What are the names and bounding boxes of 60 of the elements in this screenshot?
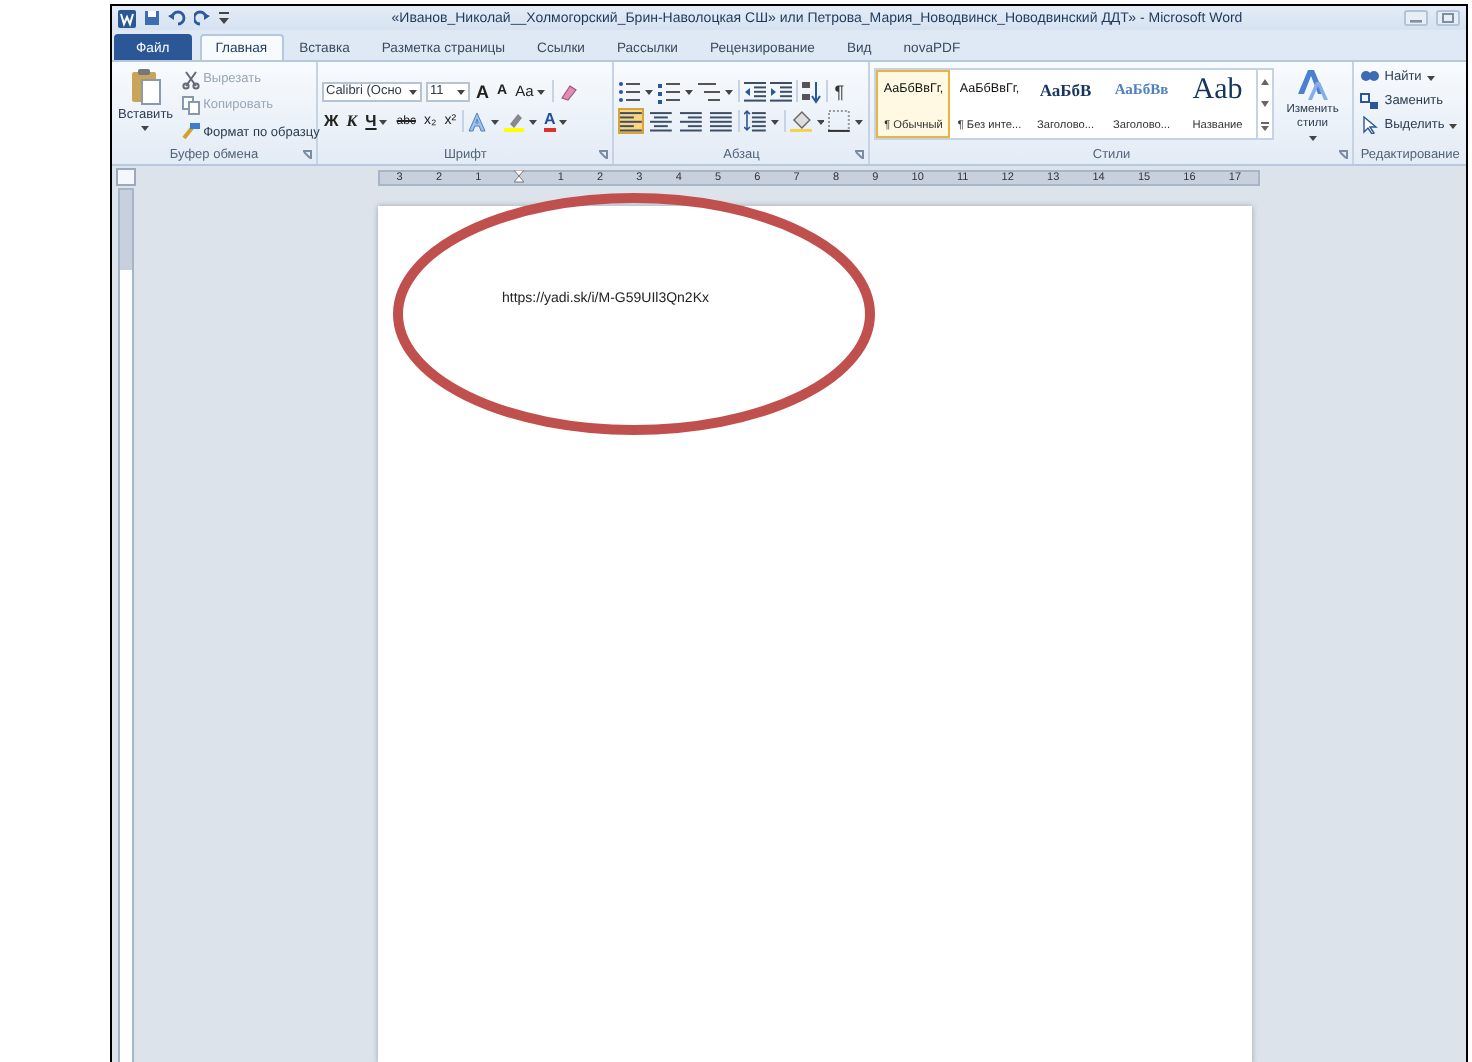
caret-icon[interactable] <box>557 117 568 125</box>
caret-icon[interactable] <box>684 87 695 95</box>
scissors-icon <box>181 69 200 90</box>
paste-caret-icon[interactable] <box>140 124 151 132</box>
maximize-icon[interactable] <box>1436 10 1460 26</box>
dialog-launcher-icon[interactable] <box>598 150 609 160</box>
sort-icon[interactable] <box>802 79 823 103</box>
dropdown-caret-icon[interactable] <box>408 87 418 95</box>
caret-icon[interactable] <box>1425 73 1436 81</box>
dialog-launcher-icon[interactable] <box>1338 150 1349 160</box>
multilevel-list-icon[interactable] <box>698 79 721 103</box>
binoculars-icon <box>1360 68 1381 86</box>
caret-icon[interactable] <box>1448 121 1459 129</box>
scroll-down-icon[interactable] <box>1260 99 1271 107</box>
caret-icon[interactable] <box>378 117 389 125</box>
line-spacing-icon[interactable] <box>743 110 766 132</box>
styles-swatch-icon <box>1296 68 1329 102</box>
font-tool-button[interactable]: A <box>542 111 570 131</box>
caret-icon[interactable] <box>854 117 865 125</box>
font-tool-button[interactable]: Ж <box>322 112 341 130</box>
redo-icon[interactable] <box>194 10 210 26</box>
font-tool-button[interactable]: К <box>344 112 360 130</box>
align-left-icon[interactable] <box>618 108 645 134</box>
paint-bucket-icon[interactable] <box>789 110 812 132</box>
caret-icon[interactable] <box>490 117 501 125</box>
dialog-launcher-icon[interactable] <box>854 150 865 160</box>
cursor-icon <box>1360 116 1381 134</box>
scroll-up-icon[interactable] <box>1260 77 1271 85</box>
align-center-icon[interactable] <box>648 108 675 134</box>
caret-icon[interactable] <box>769 117 780 125</box>
numbered-list-icon[interactable] <box>658 79 681 103</box>
minimize-icon[interactable] <box>1404 10 1428 26</box>
copy-icon <box>181 95 200 116</box>
indent-marker-icon[interactable] <box>514 170 525 184</box>
customize-caret-icon[interactable] <box>218 10 230 26</box>
dropdown-caret-icon[interactable] <box>456 87 466 95</box>
caret-icon[interactable] <box>535 87 546 95</box>
brush-icon <box>181 122 200 143</box>
caret-icon[interactable] <box>1307 134 1318 142</box>
increase-indent-icon[interactable] <box>770 79 793 103</box>
more-styles-icon[interactable] <box>1260 121 1271 131</box>
show-marks-button[interactable]: ¶ <box>832 81 847 101</box>
font-tool-button[interactable]: Ч <box>363 112 391 130</box>
clipboard-icon <box>129 68 162 106</box>
replace-icon <box>1360 92 1381 110</box>
font-tool-button[interactable]: A <box>474 81 491 101</box>
bulleted-list-icon[interactable] <box>618 79 641 103</box>
borders-icon[interactable] <box>828 110 851 132</box>
justify-icon[interactable] <box>707 108 734 134</box>
decrease-indent-icon[interactable] <box>744 79 767 103</box>
dialog-launcher-icon[interactable] <box>302 150 312 160</box>
caret-icon[interactable] <box>528 117 539 125</box>
align-right-icon[interactable] <box>678 108 704 134</box>
caret-icon[interactable] <box>724 87 735 95</box>
save-icon[interactable] <box>144 10 160 26</box>
undo-icon[interactable] <box>168 10 186 26</box>
caret-icon[interactable] <box>815 117 825 125</box>
word-logo-icon[interactable] <box>118 9 136 27</box>
caret-icon[interactable] <box>644 87 655 95</box>
clear-formatting-icon[interactable] <box>557 81 578 101</box>
